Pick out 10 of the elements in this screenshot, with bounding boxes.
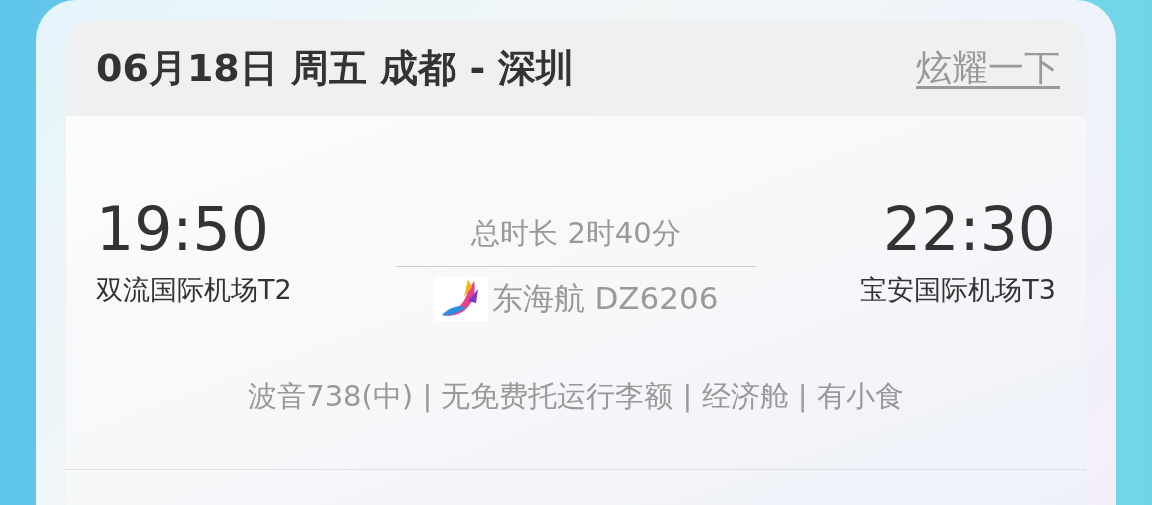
arrival-airport: 宝安国际机场T3 (860, 273, 1056, 307)
flight-details: 波音738(中) | 无免费托运行李额 | 经济舱 | 有小食 (247, 378, 905, 415)
arrival-time: 22:30 (883, 194, 1056, 264)
share-link[interactable]: 炫耀一下 (916, 43, 1060, 93)
departure-time: 19:50 (96, 194, 270, 264)
route-title: 06月18日 周五 成都 - 深圳 (96, 44, 575, 92)
departure-airport: 双流国际机场T2 (96, 273, 293, 307)
flight-duration: 总时长 2时40分 (396, 214, 756, 267)
wing-icon (433, 277, 488, 321)
flight-number: 东海航 DZ6206 (491, 279, 719, 318)
